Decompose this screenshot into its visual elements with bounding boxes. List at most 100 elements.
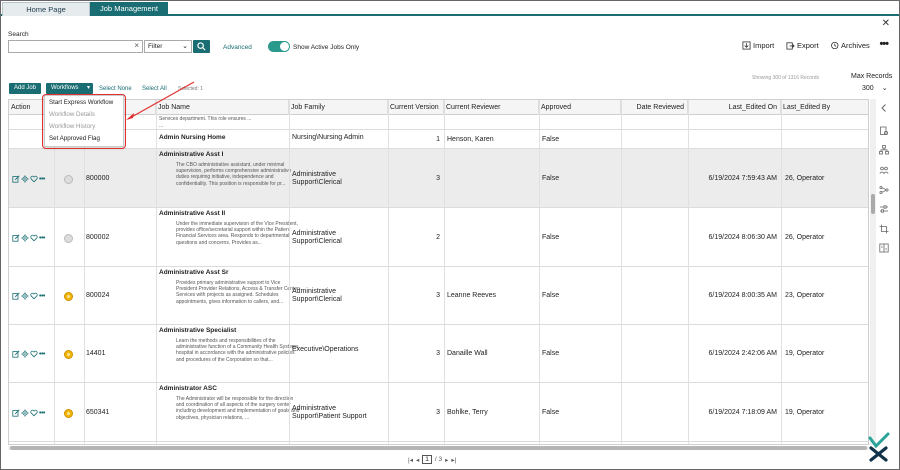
gear-icon[interactable]: [21, 292, 29, 300]
inactive-status-icon[interactable]: [64, 234, 73, 243]
tab-job-management[interactable]: Job Management: [90, 2, 168, 16]
merge-icon[interactable]: [879, 185, 889, 195]
horizontal-scrollbar[interactable]: [8, 446, 869, 450]
table-row[interactable]: ••• 800024 Administrative Asst Sr Provides …: [9, 267, 868, 325]
more-dots-icon[interactable]: •••: [879, 38, 889, 50]
heart-icon[interactable]: [30, 234, 38, 242]
column-divider: [444, 100, 445, 444]
table-row[interactable]: ••• 650341 Administrator ASC The Administra…: [9, 383, 868, 442]
advanced-search-link[interactable]: Advanced: [223, 44, 252, 51]
tab-home-page[interactable]: Home Page: [2, 2, 90, 16]
gear-icon[interactable]: [21, 350, 29, 358]
column-header-last-edited-by[interactable]: Last_Edited By: [781, 100, 868, 115]
current-version: 3: [436, 175, 440, 182]
select-none-link[interactable]: Select None: [99, 86, 132, 92]
more-dots-icon[interactable]: •••: [39, 293, 45, 300]
table-row[interactable]: ••• 800000 Administrative Asst I The CBO ad…: [9, 149, 868, 208]
search-button[interactable]: [193, 40, 210, 53]
table-row[interactable]: Services department. This role ensures .…: [9, 115, 868, 130]
approved-value: False: [542, 350, 560, 357]
last-edited-by: 26, Operator: [785, 175, 825, 182]
close-icon[interactable]: ✕: [882, 18, 890, 29]
workflows-button[interactable]: Workflows ▾: [46, 83, 93, 94]
inactive-status-icon[interactable]: [64, 175, 73, 184]
scrollbar-thumb[interactable]: [871, 194, 875, 214]
row-actions: •••: [12, 350, 45, 358]
job-family: Executive\Operations: [292, 346, 359, 353]
settings-sliders-icon[interactable]: [879, 204, 889, 214]
current-page-input[interactable]: 1: [422, 455, 432, 464]
job-description: Services department. This role ensures .…: [159, 116, 252, 122]
select-all-link[interactable]: Select All: [142, 86, 167, 92]
column-header-current-version[interactable]: Current Version: [388, 100, 444, 115]
export-button[interactable]: Export: [786, 41, 819, 50]
current-version: 3: [436, 350, 440, 357]
column-header-current-reviewer[interactable]: Current Reviewer: [444, 100, 539, 115]
heart-icon[interactable]: [30, 175, 38, 183]
table-row[interactable]: ••• 14401 Administrative Specialist Learn t…: [9, 325, 868, 383]
edit-icon[interactable]: [12, 350, 20, 358]
column-divider: [289, 100, 290, 444]
compare-icon[interactable]: [879, 243, 889, 253]
add-job-button[interactable]: Add Job: [9, 83, 41, 94]
gear-icon[interactable]: [21, 409, 29, 417]
gear-icon[interactable]: [21, 175, 29, 183]
archives-button[interactable]: Archives: [830, 41, 870, 50]
edit-icon[interactable]: [12, 234, 20, 242]
job-description: Learn the methods and responsibilities o…: [176, 338, 299, 363]
more-dots-icon[interactable]: •••: [39, 235, 45, 242]
hierarchy-icon[interactable]: [879, 145, 889, 155]
more-dots-icon[interactable]: •••: [39, 351, 45, 358]
workflow-status-icon[interactable]: [64, 292, 73, 301]
more-dots-icon[interactable]: •••: [39, 176, 45, 183]
people-icon[interactable]: [879, 165, 889, 175]
search-input[interactable]: [9, 41, 129, 52]
table-row[interactable]: ••• 800002 Administrative Asst II Under the…: [9, 208, 868, 267]
heart-icon[interactable]: [30, 292, 38, 300]
first-page-icon[interactable]: |◂: [408, 456, 413, 464]
document-search-icon[interactable]: [879, 126, 889, 136]
next-page-icon[interactable]: ▸: [445, 456, 448, 464]
column-divider: [781, 100, 782, 444]
column-header-job-family[interactable]: Job Family: [289, 100, 388, 115]
active-jobs-toggle-label: Show Active Jobs Only: [293, 44, 360, 51]
edit-icon[interactable]: [12, 175, 20, 183]
active-jobs-toggle[interactable]: [268, 41, 290, 52]
filter-select[interactable]: Filter ⌄: [144, 40, 192, 53]
vertical-scrollbar[interactable]: [870, 99, 876, 445]
workflow-status-icon[interactable]: [64, 409, 73, 418]
export-label: Export: [797, 41, 819, 50]
table-row[interactable]: Administrator Asst/AssocAdministrative: [9, 442, 868, 444]
right-toolbar: [878, 99, 892, 299]
column-header-approved[interactable]: Approved: [539, 100, 621, 115]
clear-icon[interactable]: ×: [134, 41, 139, 50]
scrollbar-thumb[interactable]: [10, 446, 867, 450]
chevron-left-icon[interactable]: [879, 103, 889, 113]
max-records-select[interactable]: 300 ⌄: [862, 84, 888, 92]
heart-icon[interactable]: [30, 409, 38, 417]
import-button[interactable]: Import: [742, 41, 774, 50]
table-row[interactable]: Admin Nursing Home Nursing\Nursing Admin 1…: [9, 130, 868, 149]
job-description: Provides primary administrative support …: [176, 280, 299, 305]
job-name: Administrative Asst Sr: [159, 269, 229, 276]
job-family: Nursing\Nursing Admin: [292, 134, 364, 141]
workflow-status-icon[interactable]: [64, 350, 73, 359]
search-field[interactable]: ×: [8, 40, 143, 53]
edit-icon[interactable]: [12, 292, 20, 300]
job-code: 800002: [86, 234, 110, 241]
job-family: Administrative Support\Clerical: [292, 288, 342, 303]
column-header-last-edited-on[interactable]: Last_Edited On: [688, 100, 781, 115]
previous-page-icon[interactable]: ◂: [416, 456, 419, 464]
edit-icon[interactable]: [12, 409, 20, 417]
job-code: 800024: [86, 292, 110, 299]
approved-value: False: [542, 234, 560, 241]
column-divider: [688, 100, 689, 444]
heart-icon[interactable]: [30, 350, 38, 358]
current-version: 3: [436, 409, 440, 416]
column-header-date-reviewed[interactable]: Date Reviewed: [621, 100, 688, 115]
more-dots-icon[interactable]: •••: [39, 410, 45, 417]
column-header-job-name[interactable]: Job Name: [156, 100, 289, 115]
gear-icon[interactable]: [21, 234, 29, 242]
crop-icon[interactable]: [879, 224, 889, 234]
last-page-icon[interactable]: ▸|: [451, 456, 456, 464]
